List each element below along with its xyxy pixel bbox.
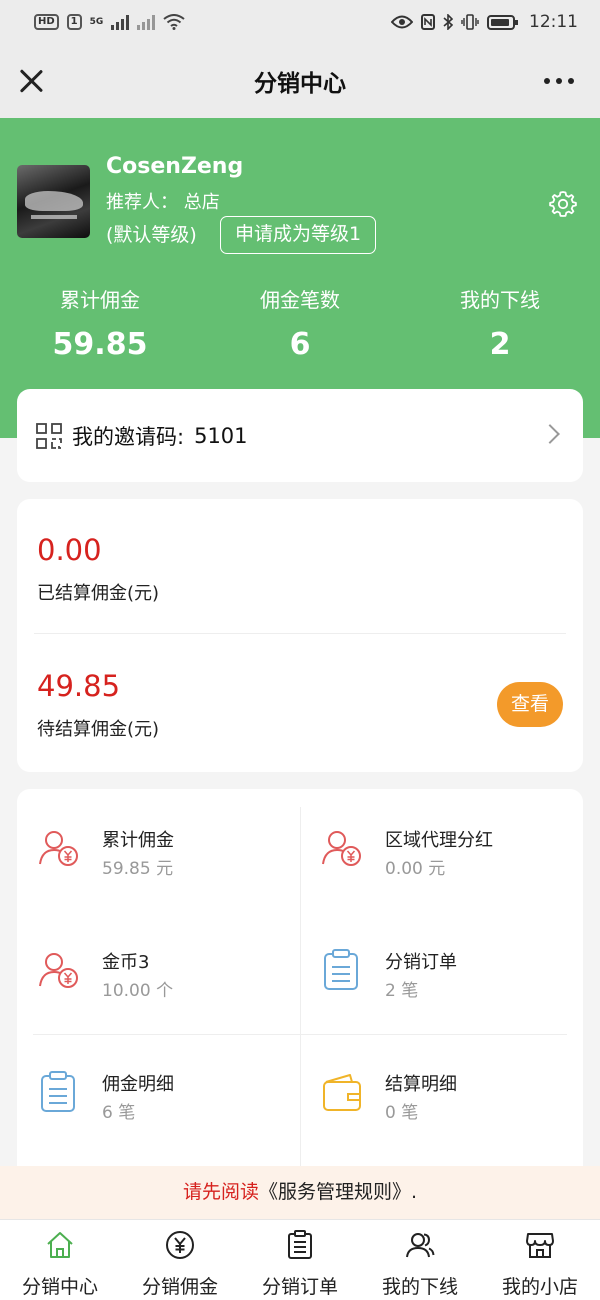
stat-label: 佣金笔数 [260, 288, 340, 312]
tab-orders[interactable]: 分销订单 [240, 1220, 360, 1300]
clock: 12:11 [529, 12, 578, 32]
page-title: 分销中心 [254, 71, 346, 97]
tab-commission[interactable]: 分销佣金 [120, 1220, 240, 1300]
bottom-tab-bar: 分销中心 分销佣金 分销订单 我的下线 我的小店 [0, 1219, 600, 1300]
notice-suffix: . [410, 1181, 418, 1203]
grid-item-title: 累计佣金 [102, 830, 174, 851]
grid-item-regional-bonus[interactable]: 区域代理分红 0.00 元 [320, 826, 590, 906]
nfc-icon [421, 14, 435, 30]
stat-downline[interactable]: 我的下线 2 [400, 284, 600, 362]
invite-label: 我的邀请码: [72, 424, 185, 449]
stat-total-commission[interactable]: 累计佣金 59.85 [0, 284, 200, 362]
wallet-icon [323, 1074, 361, 1111]
wifi-icon [163, 14, 185, 30]
grid-item-value: 0 笔 [385, 1103, 419, 1123]
stat-value: 59.85 [52, 327, 148, 362]
divider [33, 1034, 567, 1035]
vibrate-icon [461, 14, 479, 30]
battery-icon [487, 14, 518, 30]
grid-item-value: 0.00 元 [385, 859, 446, 879]
apply-level-button[interactable]: 申请成为等级1 [220, 216, 377, 254]
qrcode-icon [36, 422, 62, 449]
grid-item-commission-details[interactable]: 佣金明细 6 笔 [37, 1070, 307, 1150]
pending-commission: 49.85 待结算佣金(元) [37, 669, 159, 741]
user-yuan-icon [39, 953, 78, 988]
invite-code: 5101 [194, 423, 248, 448]
grid-item-title: 分销订单 [385, 952, 457, 973]
status-bar: HD 1 5G 12:11 [0, 0, 600, 44]
tab-distribution-center[interactable]: 分销中心 [0, 1220, 120, 1300]
invite-code-row[interactable]: 我的邀请码: 5101 [17, 389, 583, 482]
tab-label: 我的下线 [381, 1276, 458, 1298]
close-icon[interactable] [18, 68, 44, 94]
grid-item-value: 2 笔 [385, 981, 419, 1001]
stat-label: 累计佣金 [60, 288, 140, 312]
level-text: (默认等级) [106, 224, 197, 246]
signal-2-icon [137, 14, 156, 30]
divider [34, 633, 566, 634]
grid-item-value: 10.00 个 [102, 981, 174, 1001]
stat-commission-count[interactable]: 佣金笔数 6 [200, 284, 400, 362]
tab-downline[interactable]: 我的下线 [360, 1220, 480, 1300]
shop-icon [526, 1233, 554, 1258]
settled-commission: 0.00 已结算佣金(元) [37, 533, 159, 605]
chevron-right-icon [540, 424, 560, 444]
referrer-text: 推荐人： 总店 [106, 192, 220, 213]
avatar[interactable] [17, 165, 90, 238]
grid-item-total-commission[interactable]: 累计佣金 59.85 元 [37, 826, 307, 906]
home-icon [47, 1232, 73, 1258]
sim-badge: 1 [66, 14, 82, 30]
pending-amount: 49.85 [37, 669, 121, 703]
settlement-card: 0.00 已结算佣金(元) 49.85 待结算佣金(元) 查看 [17, 499, 583, 772]
rules-notice: 请先阅读《服务管理规则》. [0, 1166, 600, 1219]
grid-item-title: 金币3 [102, 952, 150, 973]
commission-grid: 累计佣金 59.85 元 区域代理分红 0.00 元 金币3 10.00 个 分… [17, 789, 583, 1189]
tab-label: 分销中心 [21, 1276, 98, 1298]
more-icon[interactable] [544, 78, 574, 84]
nav-bar: 分销中心 [0, 44, 600, 118]
users-icon [406, 1233, 435, 1258]
stats-row: 累计佣金 59.85 佣金笔数 6 我的下线 2 [0, 284, 600, 362]
order-list-icon [288, 1230, 312, 1259]
settled-label: 已结算佣金(元) [37, 583, 160, 604]
grid-item-value: 6 笔 [102, 1103, 136, 1123]
grid-item-distribution-orders[interactable]: 分销订单 2 笔 [320, 948, 590, 1028]
view-button[interactable]: 查看 [497, 682, 563, 727]
rules-link[interactable]: 《服务管理规则》 [259, 1181, 411, 1203]
clipboard-icon [324, 949, 358, 990]
grid-item-value: 59.85 元 [102, 859, 174, 879]
grid-item-title: 佣金明细 [102, 1074, 174, 1095]
tab-label: 分销佣金 [141, 1276, 218, 1298]
grid-item-title: 区域代理分红 [385, 830, 493, 851]
pending-label: 待结算佣金(元) [37, 719, 160, 740]
stat-label: 我的下线 [460, 288, 540, 312]
eye-icon [391, 15, 413, 29]
stat-value: 6 [289, 327, 311, 362]
gear-icon[interactable] [548, 189, 578, 219]
hd-badge: HD [34, 14, 59, 30]
notice-prefix: 请先阅读 [182, 1181, 259, 1203]
user-name: CosenZeng [106, 154, 244, 179]
tab-label: 分销订单 [261, 1276, 338, 1298]
tab-my-shop[interactable]: 我的小店 [480, 1220, 600, 1300]
stat-value: 2 [489, 327, 511, 362]
tab-label: 我的小店 [501, 1276, 578, 1298]
signal-icon [111, 14, 130, 30]
grid-item-gold-coins[interactable]: 金币3 10.00 个 [37, 948, 307, 1028]
bluetooth-icon [443, 14, 453, 30]
status-left: HD 1 5G [34, 14, 185, 30]
grid-item-settlement-details[interactable]: 结算明细 0 笔 [320, 1070, 590, 1150]
clipboard-icon [41, 1071, 75, 1112]
network-label: 5G [89, 17, 104, 27]
grid-item-title: 结算明细 [385, 1074, 457, 1095]
status-right: 12:11 [391, 12, 578, 32]
user-yuan-icon [322, 831, 361, 866]
user-yuan-icon [39, 831, 78, 866]
settled-amount: 0.00 [37, 533, 102, 567]
yuan-circle-icon [166, 1231, 194, 1259]
